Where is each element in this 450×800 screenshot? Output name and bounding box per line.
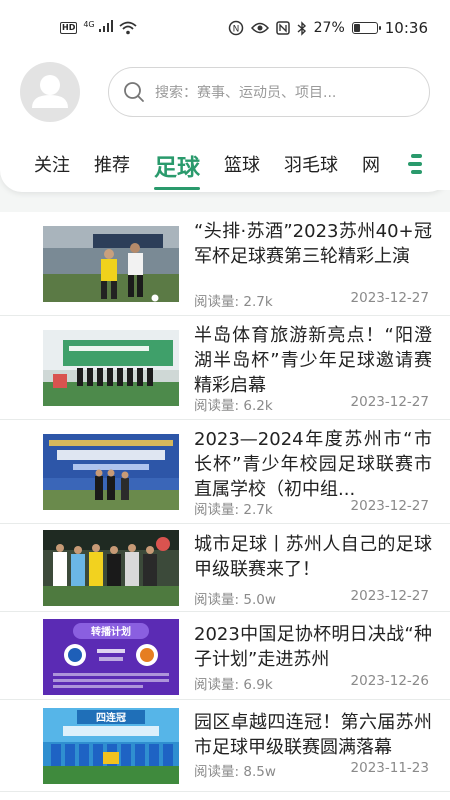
avatar[interactable] bbox=[20, 62, 80, 122]
read-count-value: 5.0w bbox=[243, 592, 276, 608]
read-count: 阅读量: 5.0w bbox=[194, 588, 276, 608]
user-icon bbox=[32, 75, 68, 108]
list-item[interactable]: 转播计划 2023中国足协杯明日决战“种子计划”走进苏州 阅读量: 6.9k 2… bbox=[0, 612, 450, 700]
article-date: 2023-11-23 bbox=[350, 760, 429, 776]
thumb-banner-text: 转播计划 bbox=[91, 625, 131, 638]
article-title: 半岛体育旅游新亮点！“阳澄湖半岛杯”青少年足球邀请赛精彩启幕 bbox=[194, 325, 432, 396]
menu-icon[interactable] bbox=[406, 152, 426, 176]
svg-text:N: N bbox=[232, 25, 239, 35]
article-meta: 阅读量: 6.2k 2023-12-27 bbox=[194, 394, 429, 414]
header: HD 4G N 27% 10:36 搜索：赛事、运动员、项目... 关注 推荐 bbox=[0, 0, 450, 192]
read-count-value: 6.2k bbox=[243, 398, 273, 414]
eye-comfort-icon bbox=[250, 22, 269, 34]
article-title: “头排·苏酒”2023苏州40+冠军杯足球赛第三轮精彩上演 bbox=[194, 221, 432, 267]
wifi-icon bbox=[119, 21, 137, 35]
clock: 10:36 bbox=[384, 19, 428, 37]
article-meta: 阅读量: 6.9k 2023-12-26 bbox=[194, 673, 429, 693]
data-saver-icon: N bbox=[228, 20, 243, 36]
tab-tennis[interactable]: 网 bbox=[362, 140, 380, 192]
article-list: “头排·苏酒”2023苏州40+冠军杯足球赛第三轮精彩上演 阅读量: 2.7k … bbox=[0, 212, 450, 800]
tab-badminton[interactable]: 羽毛球 bbox=[284, 140, 338, 192]
battery-percent: 27% bbox=[313, 20, 345, 36]
read-count-label: 阅读量: bbox=[194, 764, 240, 780]
read-count-label: 阅读量: bbox=[194, 502, 240, 518]
tab-recommend[interactable]: 推荐 bbox=[94, 140, 130, 192]
read-count-label: 阅读量: bbox=[194, 677, 240, 693]
list-item[interactable]: 2023—2024年度苏州市“市长杯”青少年校园足球联赛市直属学校（初中组...… bbox=[0, 420, 450, 524]
search-icon bbox=[124, 82, 144, 102]
article-date: 2023-12-27 bbox=[350, 394, 429, 410]
battery-icon bbox=[351, 22, 381, 34]
read-count-label: 阅读量: bbox=[194, 592, 240, 608]
read-count-value: 2.7k bbox=[243, 294, 273, 310]
thumb-banner-text: 四连冠 bbox=[96, 711, 126, 724]
article-meta: 阅读量: 5.0w 2023-12-27 bbox=[194, 588, 429, 608]
article-thumbnail: 转播计划 bbox=[43, 619, 179, 695]
article-title: 2023—2024年度苏州市“市长杯”青少年校园足球联赛市直属学校（初中组... bbox=[194, 429, 432, 500]
article-title: 园区卓越四连冠！第六届苏州市足球甲级联赛圆满落幕 bbox=[194, 712, 432, 758]
read-count-label: 阅读量: bbox=[194, 294, 240, 310]
article-meta: 阅读量: 2.7k 2023-12-27 bbox=[194, 290, 429, 310]
read-count: 阅读量: 2.7k bbox=[194, 498, 273, 518]
article-meta: 阅读量: 2.7k 2023-12-27 bbox=[194, 498, 429, 518]
article-date: 2023-12-27 bbox=[350, 588, 429, 604]
hd-icon: HD bbox=[60, 22, 78, 34]
read-count: 阅读量: 6.2k bbox=[194, 394, 273, 414]
list-item[interactable]: 四连冠 园区卓越四连冠！第六届苏州市足球甲级联赛圆满落幕 阅读量: 8.5w 2… bbox=[0, 700, 450, 792]
tab-follow[interactable]: 关注 bbox=[34, 140, 70, 192]
article-thumbnail bbox=[43, 226, 179, 302]
read-count-value: 6.9k bbox=[243, 677, 273, 693]
article-date: 2023-12-27 bbox=[350, 498, 429, 514]
tab-basketball[interactable]: 篮球 bbox=[224, 140, 260, 192]
article-title: 城市足球丨苏州人自己的足球甲级联赛来了！ bbox=[194, 534, 432, 580]
status-bar: HD 4G N 27% 10:36 bbox=[0, 0, 450, 56]
article-thumbnail bbox=[43, 530, 179, 606]
cellular-signal-icon: 4G bbox=[83, 19, 114, 37]
article-thumbnail bbox=[43, 330, 179, 406]
nfc-icon bbox=[275, 21, 290, 35]
read-count: 阅读量: 2.7k bbox=[194, 290, 273, 310]
list-item[interactable]: 半岛体育旅游新亮点！“阳澄湖半岛杯”青少年足球邀请赛精彩启幕 阅读量: 6.2k… bbox=[0, 316, 450, 420]
article-date: 2023-12-26 bbox=[350, 673, 429, 689]
read-count-value: 2.7k bbox=[243, 502, 273, 518]
list-item[interactable]: 城市足球丨苏州人自己的足球甲级联赛来了！ 阅读量: 5.0w 2023-12-2… bbox=[0, 524, 450, 612]
read-count-label: 阅读量: bbox=[194, 398, 240, 414]
search-bar[interactable]: 搜索：赛事、运动员、项目... bbox=[108, 67, 430, 117]
article-thumbnail: 四连冠 bbox=[43, 708, 179, 784]
read-count: 阅读量: 6.9k bbox=[194, 673, 273, 693]
network-type: 4G bbox=[83, 19, 95, 29]
search-placeholder: 搜索：赛事、运动员、项目... bbox=[155, 85, 337, 101]
tab-football[interactable]: 足球 bbox=[154, 140, 200, 192]
article-date: 2023-12-27 bbox=[350, 290, 429, 306]
article-title: 2023中国足协杯明日决战“种子计划”走进苏州 bbox=[194, 624, 432, 670]
read-count-value: 8.5w bbox=[243, 764, 276, 780]
list-item[interactable]: “头排·苏酒”2023苏州40+冠军杯足球赛第三轮精彩上演 阅读量: 2.7k … bbox=[0, 212, 450, 316]
category-tabs: 关注 推荐 足球 篮球 羽毛球 网 bbox=[0, 140, 450, 192]
article-meta: 阅读量: 8.5w 2023-11-23 bbox=[194, 760, 429, 780]
article-thumbnail bbox=[43, 434, 179, 510]
bluetooth-icon bbox=[297, 20, 306, 36]
read-count: 阅读量: 8.5w bbox=[194, 760, 276, 780]
